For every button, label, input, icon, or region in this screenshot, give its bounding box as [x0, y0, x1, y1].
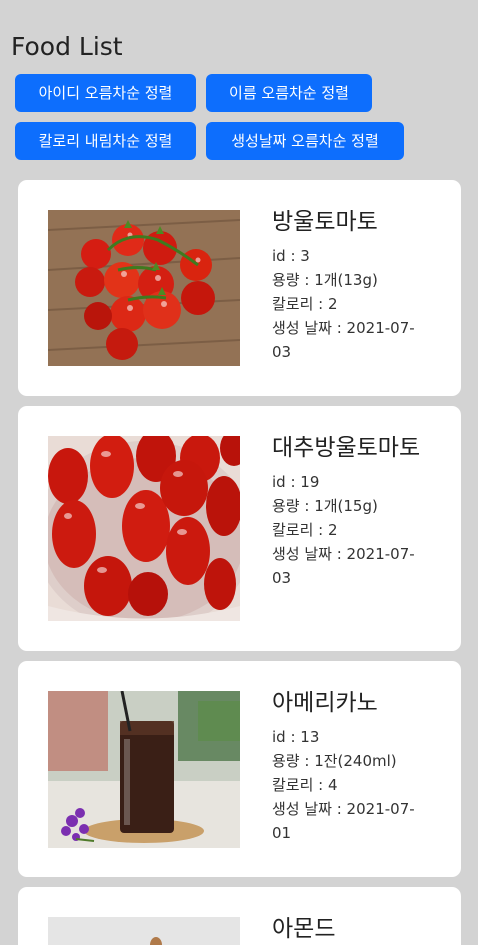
food-date: 생성 날짜 : 2021-07-01 [272, 800, 415, 842]
sort-calorie-desc-button[interactable]: 칼로리 내림차순 정렬 [15, 122, 196, 160]
food-list-page: Food List 아이디 오름차순 정렬 이름 오름차순 정렬 칼로리 내림차… [0, 0, 478, 945]
food-image-cherry-tomato [48, 210, 240, 366]
food-id: id : 3 [272, 247, 310, 265]
food-name: 대추방울토마토 [272, 435, 421, 461]
sort-date-asc-button[interactable]: 생성날짜 오름차순 정렬 [206, 122, 404, 160]
food-name: 방울토마토 [272, 209, 378, 235]
food-image-almond [48, 917, 240, 945]
food-info: 방울토마토 id : 3 용량 : 1개(13g) 칼로리 : 2 생성 날짜 … [272, 206, 432, 364]
food-card[interactable]: 아메리카노 id : 13 용량 : 1잔(240ml) 칼로리 : 4 생성 … [18, 661, 461, 877]
sort-id-asc-button[interactable]: 아이디 오름차순 정렬 [15, 74, 196, 112]
sort-name-asc-button[interactable]: 이름 오름차순 정렬 [206, 74, 372, 112]
food-image-jujube-tomato [48, 436, 240, 621]
food-info: 아몬드 [272, 913, 432, 945]
food-amount: 용량 : 1잔(240ml) [272, 752, 397, 770]
food-id: id : 19 [272, 473, 320, 491]
food-card[interactable]: 대추방울토마토 id : 19 용량 : 1개(15g) 칼로리 : 2 생성 … [18, 406, 461, 651]
food-amount: 용량 : 1개(13g) [272, 271, 378, 289]
food-calorie: 칼로리 : 2 [272, 521, 338, 539]
food-name: 아메리카노 [272, 690, 378, 716]
food-date: 생성 날짜 : 2021-07-03 [272, 319, 415, 361]
food-image-americano [48, 691, 240, 848]
food-info: 아메리카노 id : 13 용량 : 1잔(240ml) 칼로리 : 4 생성 … [272, 687, 432, 845]
food-id: id : 13 [272, 728, 320, 746]
food-amount: 용량 : 1개(15g) [272, 497, 378, 515]
food-card[interactable]: 아몬드 [18, 887, 461, 945]
food-calorie: 칼로리 : 4 [272, 776, 338, 794]
food-info: 대추방울토마토 id : 19 용량 : 1개(15g) 칼로리 : 2 생성 … [272, 432, 432, 590]
food-calorie: 칼로리 : 2 [272, 295, 338, 313]
page-title: Food List [11, 32, 123, 61]
food-name: 아몬드 [272, 916, 336, 942]
food-date: 생성 날짜 : 2021-07-03 [272, 545, 415, 587]
food-card[interactable]: 방울토마토 id : 3 용량 : 1개(13g) 칼로리 : 2 생성 날짜 … [18, 180, 461, 396]
